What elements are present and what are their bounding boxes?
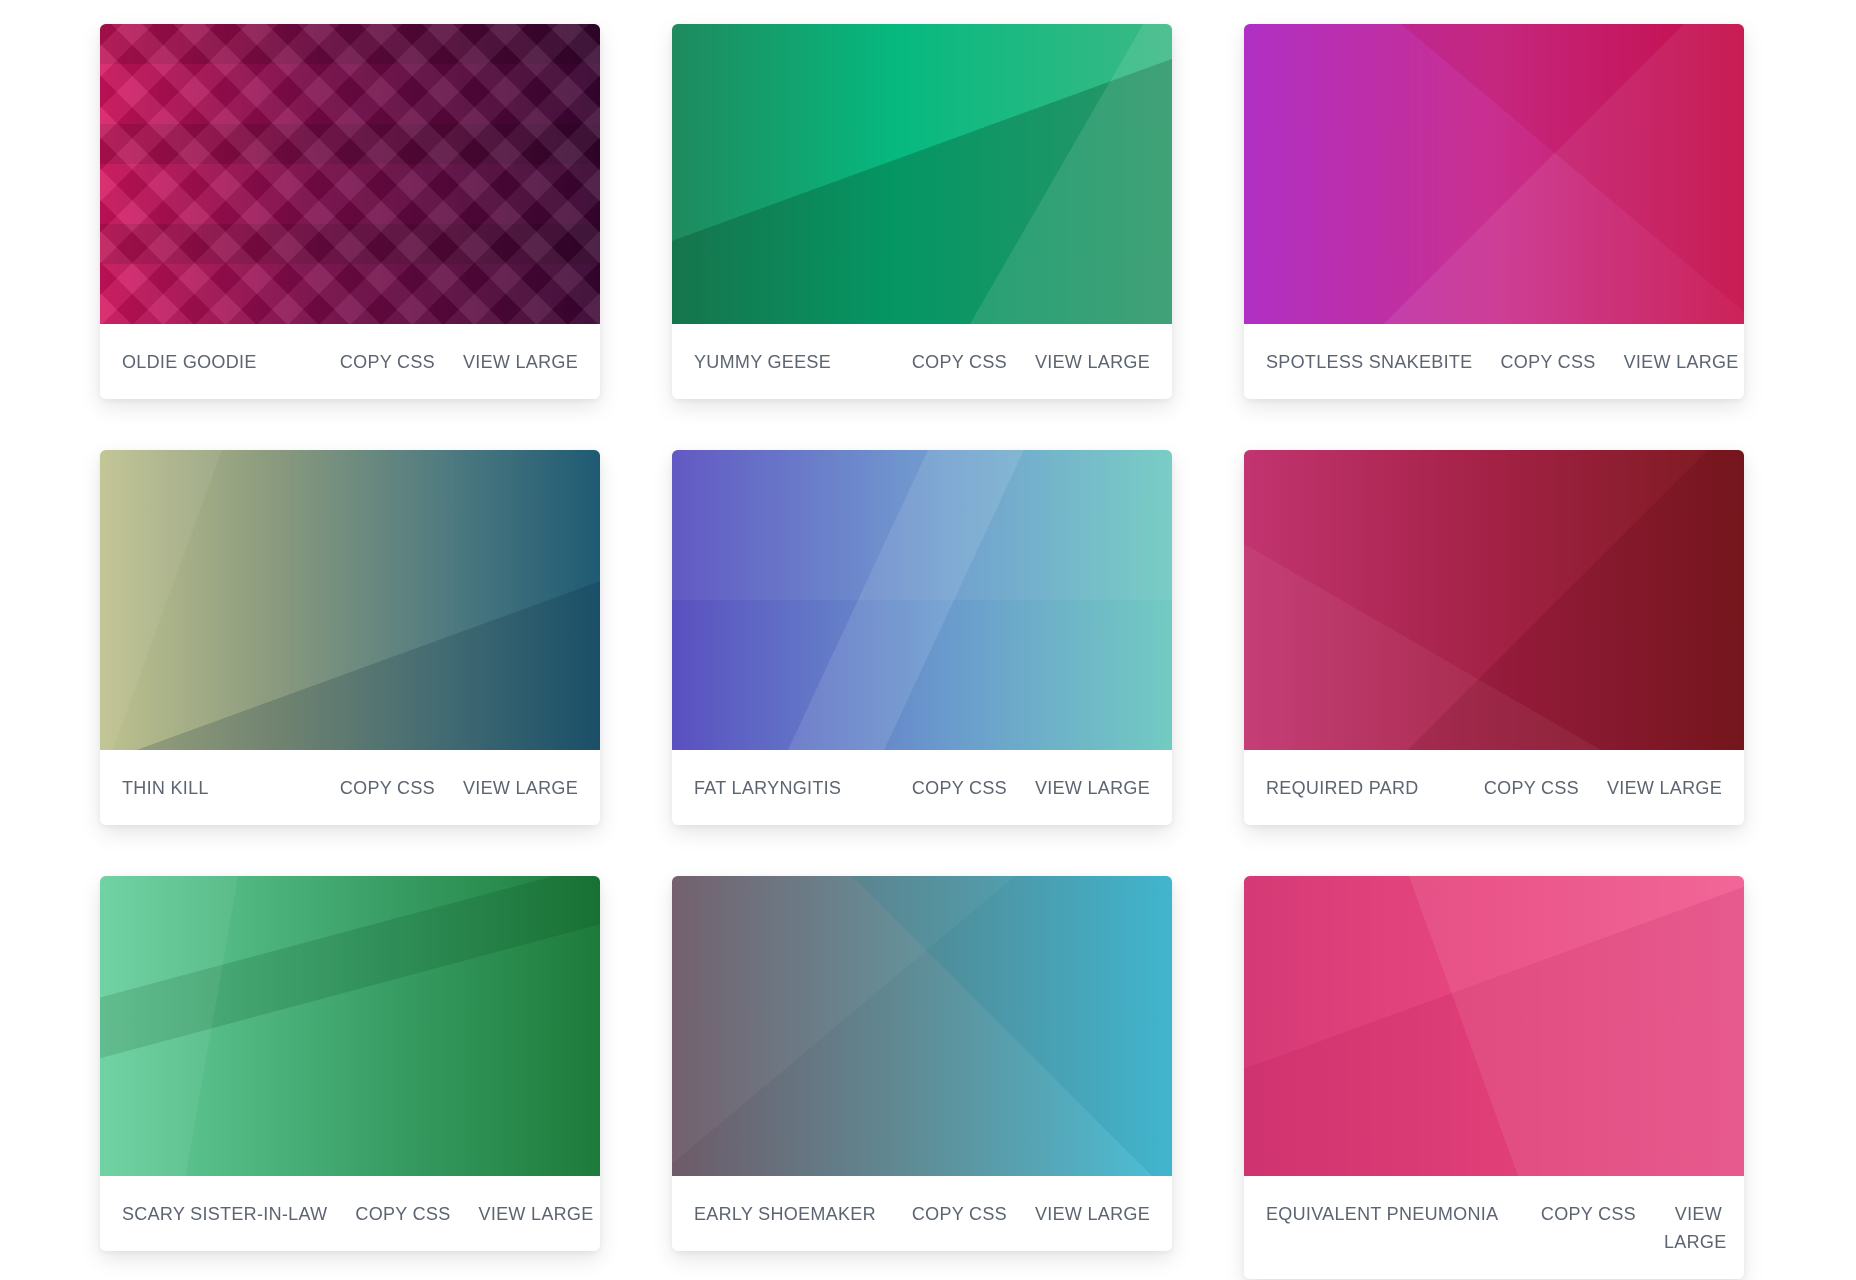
view-large-button[interactable]: VIEW LARGE — [463, 348, 578, 376]
card-footer: OLDIE GOODIE COPY CSS VIEW LARGE — [100, 324, 600, 399]
gradient-name: EARLY SHOEMAKER — [694, 1204, 876, 1224]
copy-css-button[interactable]: COPY CSS — [912, 348, 1007, 376]
view-large-button[interactable]: VIEW LARGE — [463, 774, 578, 802]
plaid-overlay — [100, 24, 600, 324]
gradient-card: THIN KILL COPY CSS VIEW LARGE — [100, 450, 600, 825]
shard-overlay — [672, 876, 1172, 1176]
shard-overlay — [1244, 24, 1744, 324]
copy-css-button[interactable]: COPY CSS — [1500, 348, 1595, 376]
gradient-card: SCARY SISTER-IN-LAW COPY CSS VIEW LARGE — [100, 876, 600, 1251]
card-footer: REQUIRED PARD COPY CSS VIEW LARGE — [1244, 750, 1744, 825]
card-footer: SCARY SISTER-IN-LAW COPY CSS VIEW LARGE — [100, 1176, 600, 1251]
gradient-swatch[interactable] — [1244, 876, 1744, 1176]
gradient-name: FAT LARYNGITIS — [694, 778, 842, 798]
gradient-swatch[interactable] — [672, 24, 1172, 324]
gradient-card: EARLY SHOEMAKER COPY CSS VIEW LARGE — [672, 876, 1172, 1251]
card-footer: THIN KILL COPY CSS VIEW LARGE — [100, 750, 600, 825]
gradient-swatch[interactable] — [100, 876, 600, 1176]
gradient-swatch[interactable] — [100, 450, 600, 750]
shard-overlay — [1244, 876, 1744, 1176]
view-large-button[interactable]: VIEW LARGE — [1035, 774, 1150, 802]
view-large-button[interactable]: VIEW LARGE — [1624, 348, 1739, 376]
copy-css-button[interactable]: COPY CSS — [1541, 1200, 1636, 1228]
card-footer: SPOTLESS SNAKEBITE COPY CSS VIEW LARGE — [1244, 324, 1744, 399]
card-footer: EQUIVALENT PNEUMONIA COPY CSS VIEW LARGE — [1244, 1176, 1744, 1279]
view-large-button[interactable]: VIEW LARGE — [1035, 1200, 1150, 1228]
copy-css-button[interactable]: COPY CSS — [340, 348, 435, 376]
gradient-name: THIN KILL — [122, 778, 209, 798]
gradient-card: FAT LARYNGITIS COPY CSS VIEW LARGE — [672, 450, 1172, 825]
copy-css-button[interactable]: COPY CSS — [355, 1200, 450, 1228]
gradient-name: REQUIRED PARD — [1266, 778, 1419, 798]
view-large-button[interactable]: VIEW LARGE — [1607, 774, 1722, 802]
card-footer: FAT LARYNGITIS COPY CSS VIEW LARGE — [672, 750, 1172, 825]
view-large-button[interactable]: VIEW LARGE — [1035, 348, 1150, 376]
copy-css-button[interactable]: COPY CSS — [912, 1200, 1007, 1228]
copy-css-button[interactable]: COPY CSS — [1484, 774, 1579, 802]
gradient-grid: OLDIE GOODIE COPY CSS VIEW LARGE YUMMY G… — [0, 0, 1856, 1280]
gradient-swatch[interactable] — [672, 876, 1172, 1176]
card-footer: EARLY SHOEMAKER COPY CSS VIEW LARGE — [672, 1176, 1172, 1251]
gradient-name: SCARY SISTER-IN-LAW — [122, 1204, 328, 1224]
gradient-swatch[interactable] — [100, 24, 600, 324]
shard-overlay — [672, 450, 1172, 750]
gradient-card: REQUIRED PARD COPY CSS VIEW LARGE — [1244, 450, 1744, 825]
view-large-button[interactable]: VIEW LARGE — [1664, 1200, 1726, 1256]
shard-overlay — [100, 876, 600, 1176]
gradient-card: EQUIVALENT PNEUMONIA COPY CSS VIEW LARGE — [1244, 876, 1744, 1279]
gradient-name: EQUIVALENT PNEUMONIA — [1266, 1204, 1499, 1224]
gradient-swatch[interactable] — [1244, 450, 1744, 750]
view-large-button[interactable]: VIEW LARGE — [479, 1200, 594, 1228]
gradient-card: YUMMY GEESE COPY CSS VIEW LARGE — [672, 24, 1172, 399]
card-footer: YUMMY GEESE COPY CSS VIEW LARGE — [672, 324, 1172, 399]
copy-css-button[interactable]: COPY CSS — [340, 774, 435, 802]
gradient-card: OLDIE GOODIE COPY CSS VIEW LARGE — [100, 24, 600, 399]
gradient-name: YUMMY GEESE — [694, 352, 831, 372]
gradient-name: OLDIE GOODIE — [122, 352, 257, 372]
shard-overlay — [672, 24, 1172, 324]
gradient-swatch[interactable] — [672, 450, 1172, 750]
gradient-name: SPOTLESS SNAKEBITE — [1266, 352, 1473, 372]
shard-overlay — [1244, 450, 1744, 750]
shard-overlay — [100, 450, 600, 750]
gradient-card: SPOTLESS SNAKEBITE COPY CSS VIEW LARGE — [1244, 24, 1744, 399]
gradient-swatch[interactable] — [1244, 24, 1744, 324]
copy-css-button[interactable]: COPY CSS — [912, 774, 1007, 802]
